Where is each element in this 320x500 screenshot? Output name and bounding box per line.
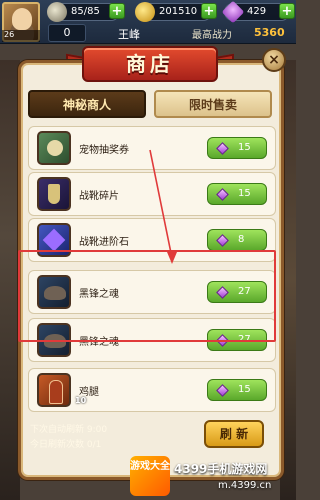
watermark-text: 4399手机游戏网 — [174, 462, 268, 476]
gem-icon — [216, 286, 229, 299]
shop-item[interactable]: 战靴碎片 15 — [28, 172, 276, 216]
tab-limited-sale[interactable]: 限时售卖 — [154, 90, 272, 118]
shop-title-banner: 商店 — [82, 46, 218, 82]
stamina-icon — [47, 2, 67, 22]
watermark-url: m.4399.cn — [218, 480, 272, 491]
player-name: 王峰 — [118, 28, 140, 41]
refresh-button[interactable]: 刷 新 — [204, 420, 264, 448]
price-value: 8 — [238, 234, 245, 245]
buy-button[interactable]: 15 — [207, 379, 267, 401]
gem-icon — [216, 334, 229, 347]
gem-icon — [216, 188, 229, 201]
add-gems-button[interactable]: + — [279, 3, 295, 19]
player-level: 26 — [2, 30, 40, 42]
add-coins-button[interactable]: + — [201, 3, 217, 19]
buy-button[interactable]: 27 — [207, 281, 267, 303]
buy-button[interactable]: 15 — [207, 137, 267, 159]
boots-upgrade-stone-icon — [37, 223, 71, 257]
watermark: 游戏大全 4399手机游戏网 m.4399.cn — [130, 456, 296, 500]
item-name: 黑锋之魂 — [79, 337, 119, 348]
black-blade-soul-icon — [37, 275, 71, 309]
gem-icon — [216, 142, 229, 155]
add-stamina-button[interactable]: + — [109, 3, 125, 19]
shop-tabs: 神秘商人 限时售卖 — [28, 90, 278, 118]
refresh-count-text: 今日刷新次数 0/1 — [30, 440, 102, 450]
black-blade-soul-icon — [37, 323, 71, 357]
gem-icon — [216, 234, 229, 247]
stamina-value: 85/85 — [71, 6, 100, 17]
buy-button[interactable]: 15 — [207, 183, 267, 205]
shop-item[interactable]: 黑锋之魂 27 — [28, 318, 276, 362]
shop-item[interactable]: 宠物抽奖券 15 — [28, 126, 276, 170]
price-value: 15 — [238, 384, 251, 395]
vip-badge[interactable]: 0 — [48, 24, 86, 42]
chicken-leg-icon: 10 — [37, 373, 86, 407]
gem-icon — [216, 384, 229, 397]
watermark-logo: 游戏大全 — [130, 456, 170, 496]
power-label: 最高战力 — [192, 30, 232, 41]
coin-value: 201510 — [159, 6, 198, 17]
buy-button[interactable]: 27 — [207, 329, 267, 351]
gem-value: 429 — [247, 6, 267, 17]
close-button[interactable]: × — [262, 48, 286, 72]
item-name: 鸡腿 — [79, 387, 99, 398]
auto-refresh-text: 下次自动刷新 9:00 — [30, 425, 108, 435]
stamina-counter: 85/85 + — [47, 2, 125, 22]
pet-ticket-icon — [37, 131, 71, 165]
shop-item[interactable]: 战靴进阶石 8 — [28, 218, 276, 262]
price-value: 15 — [238, 188, 251, 199]
boots-fragment-icon — [37, 177, 71, 211]
price-value: 27 — [238, 334, 251, 345]
gem-icon — [221, 0, 245, 24]
price-value: 15 — [238, 142, 251, 153]
background-left — [0, 60, 20, 500]
buy-button[interactable]: 8 — [207, 229, 267, 251]
tab-mysterious-merchant[interactable]: 神秘商人 — [28, 90, 146, 118]
coin-counter: 201510 + — [135, 2, 217, 22]
top-hud: 26 85/85 + 201510 + 429 + 0 王峰 最高战力 5360 — [0, 0, 296, 44]
shop-title: 商店 — [126, 52, 174, 76]
item-name: 黑锋之魂 — [79, 289, 119, 300]
item-name: 宠物抽奖券 — [79, 145, 129, 156]
item-name: 战靴碎片 — [79, 191, 119, 202]
item-name: 战靴进阶石 — [79, 237, 129, 248]
gem-counter: 429 + — [221, 0, 295, 24]
shop-item[interactable]: 黑锋之魂 27 — [28, 270, 276, 314]
price-value: 27 — [238, 286, 251, 297]
power-value: 5360 — [254, 26, 285, 39]
shop-item[interactable]: 10 鸡腿 15 — [28, 368, 276, 412]
coin-icon — [135, 2, 155, 22]
